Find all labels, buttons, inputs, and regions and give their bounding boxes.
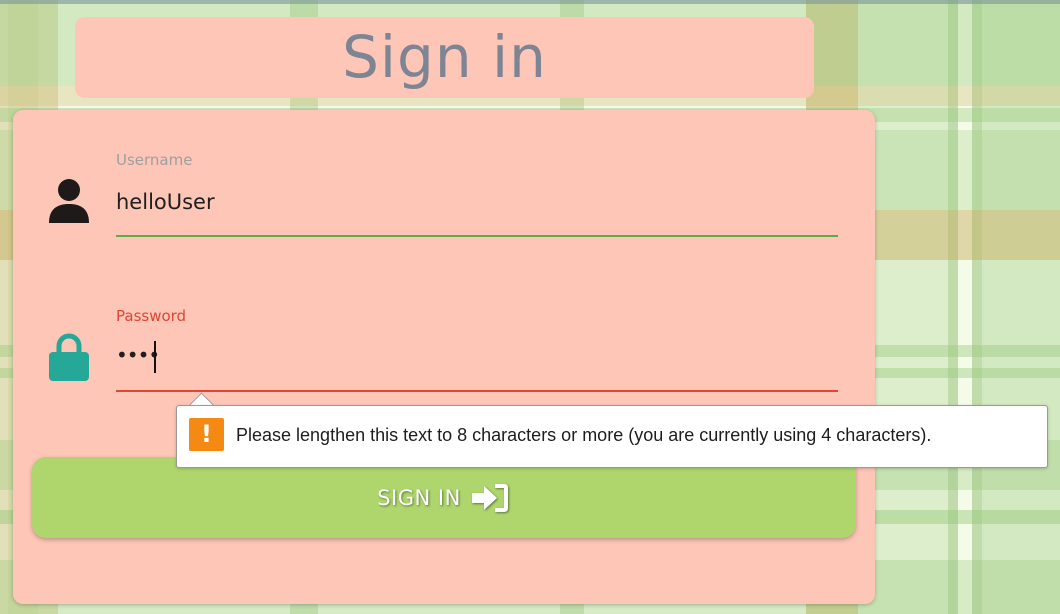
lock-icon: [49, 333, 89, 381]
user-icon: [49, 179, 89, 223]
username-underline: [116, 235, 838, 237]
password-value: ••••: [116, 343, 160, 367]
sign-in-icon: [471, 483, 508, 512]
password-label: Password: [116, 307, 187, 325]
username-value: helloUser: [116, 190, 215, 214]
username-label: Username: [116, 151, 193, 169]
username-input[interactable]: helloUser: [116, 180, 838, 235]
validation-message: Please lengthen this text to 8 character…: [236, 425, 932, 445]
password-input[interactable]: ••••: [116, 335, 838, 390]
title-banner: Sign in: [75, 17, 814, 98]
warning-icon: !: [189, 418, 224, 451]
sign-in-label: SIGN IN: [377, 485, 461, 510]
page-title: Sign in: [342, 22, 547, 91]
sign-in-button[interactable]: SIGN IN: [32, 457, 856, 538]
text-cursor: [154, 341, 156, 373]
validation-tooltip: ! Please lengthen this text to 8 charact…: [176, 405, 1048, 468]
password-underline: [116, 390, 838, 392]
